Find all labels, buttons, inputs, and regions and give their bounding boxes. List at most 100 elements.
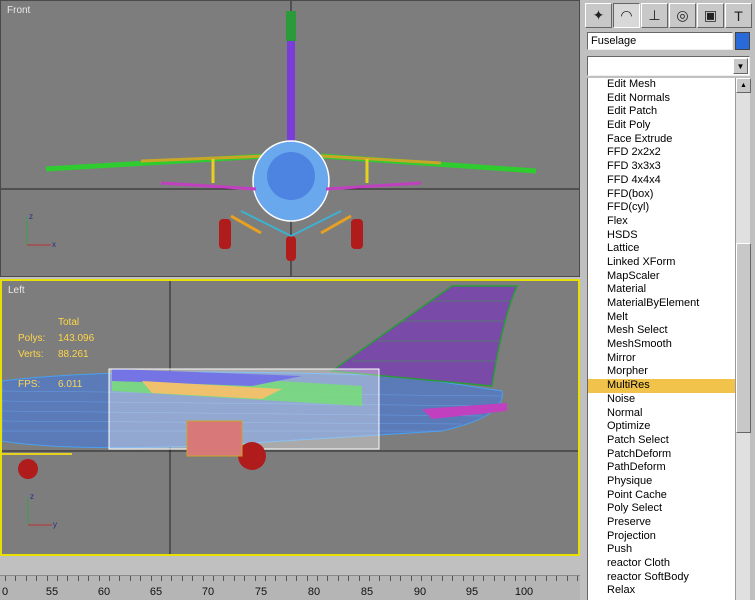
front-viewport-label[interactable]: Front <box>7 5 30 16</box>
modifier-list-item[interactable]: HSDS <box>588 229 735 243</box>
modifier-list-item[interactable]: MultiRes <box>588 379 735 393</box>
ruler-tick <box>36 576 38 581</box>
modifier-list-item[interactable]: PatchDeform <box>588 448 735 462</box>
modifier-list-item[interactable]: Linked XForm <box>588 256 735 270</box>
ruler-tick <box>483 576 485 581</box>
ruler-tick <box>473 576 474 581</box>
svg-text:x: x <box>52 240 56 249</box>
ruler-tick <box>275 576 277 581</box>
modifier-list-item[interactable]: FFD 4x4x4 <box>588 174 735 188</box>
ruler-tick <box>109 576 110 581</box>
utilities-tab[interactable]: T <box>725 3 752 28</box>
modifier-list-item[interactable]: MaterialByElement <box>588 297 735 311</box>
ruler-tick <box>25 576 27 581</box>
object-name-field[interactable]: Fuselage <box>587 32 733 50</box>
ruler-tick <box>379 576 381 581</box>
modifier-list-item[interactable]: PathDeform <box>588 461 735 475</box>
modifier-list-item[interactable]: Poly Select <box>588 502 735 516</box>
modifier-list[interactable]: Edit Mesh Edit Normals Edit Patch Edit Poly… <box>587 78 735 600</box>
modifier-list-item[interactable]: FFD(cyl) <box>588 201 735 215</box>
modifier-list-item[interactable]: Mesh Select <box>588 324 735 338</box>
left-viewport[interactable]: z y Left Total Polys: 143.096 Verts: 88.… <box>0 279 580 556</box>
modifier-list-item[interactable]: Point Cache <box>588 489 735 503</box>
ruler-label: 65 <box>149 586 163 598</box>
ruler-tick <box>129 576 131 581</box>
stats-verts-label: Verts: <box>18 349 44 360</box>
modifier-list-item[interactable]: Face Extrude <box>588 133 735 147</box>
ruler-tick <box>296 576 298 581</box>
scroll-up-icon[interactable]: ▲ <box>736 78 751 93</box>
modifier-list-item[interactable]: Material <box>588 283 735 297</box>
ruler-tick <box>150 576 152 581</box>
modifier-list-item[interactable]: reactor SoftBody <box>588 571 735 585</box>
modifier-list-item[interactable]: MeshSmooth <box>588 338 735 352</box>
command-panel: ✦ ◠ ⊥ ◎ ▣ T Fuselage ▼ Edit Mesh Edit Nor… <box>583 0 755 600</box>
motion-icon: ◎ <box>676 7 689 23</box>
modifier-list-item[interactable]: Lattice <box>588 242 735 256</box>
ruler-tick <box>265 576 266 581</box>
utilities-icon: T <box>734 7 743 24</box>
modifier-list-item[interactable]: Morpher <box>588 365 735 379</box>
modifier-list-item[interactable]: Preserve <box>588 516 735 530</box>
modifier-list-item[interactable]: Edit Mesh <box>588 78 735 92</box>
ruler-tick <box>46 576 48 581</box>
modifier-list-item[interactable]: Physique <box>588 475 735 489</box>
modify-tab[interactable]: ◠ <box>613 3 640 28</box>
ruler-tick <box>161 576 162 581</box>
ruler-tick <box>441 576 443 581</box>
stats-polys-label: Polys: <box>18 333 46 344</box>
modifier-list-item[interactable]: FFD(box) <box>588 188 735 202</box>
ruler-label: 60 <box>97 586 111 598</box>
modifier-list-item[interactable]: Flex <box>588 215 735 229</box>
ruler-tick <box>462 576 464 581</box>
ruler-tick <box>431 576 433 581</box>
ruler-tick <box>410 576 412 581</box>
left-viewport-scene: z y <box>2 281 578 554</box>
ruler-tick <box>452 576 454 581</box>
ruler-label: 80 <box>307 586 321 598</box>
create-tab[interactable]: ✦ <box>585 3 612 28</box>
modifier-list-item[interactable]: Patch Select <box>588 434 735 448</box>
modifier-list-item[interactable]: Relax <box>588 584 735 598</box>
ruler-tick <box>57 576 58 581</box>
ruler-tick <box>535 576 537 581</box>
display-tab[interactable]: ▣ <box>697 3 724 28</box>
modifier-list-item[interactable]: reactor Cloth <box>588 557 735 571</box>
ruler-tick <box>317 576 318 581</box>
ruler-tick <box>545 576 547 581</box>
modifier-list-item[interactable]: FFD 2x2x2 <box>588 146 735 160</box>
modify-icon: ◠ <box>620 7 633 23</box>
time-ruler[interactable]: 0 55 60 65 70 75 80 85 90 95 100 <box>0 575 580 600</box>
modifier-list-item[interactable]: Optimize <box>588 420 735 434</box>
front-viewport[interactable]: z x Front <box>0 0 580 277</box>
scroll-thumb[interactable] <box>736 243 751 433</box>
object-color-swatch[interactable] <box>735 32 750 50</box>
ruler-tick <box>244 576 246 581</box>
hierarchy-tab[interactable]: ⊥ <box>641 3 668 28</box>
modifier-list-item[interactable]: Edit Poly <box>588 119 735 133</box>
ruler-tick <box>337 576 339 581</box>
stats-total-label: Total <box>58 317 80 328</box>
modifier-list-item[interactable]: Edit Patch <box>588 105 735 119</box>
modifier-list-item[interactable]: Edit Normals <box>588 92 735 106</box>
display-icon: ▣ <box>703 7 718 23</box>
motion-tab[interactable]: ◎ <box>669 3 696 28</box>
ruler-tick <box>389 576 391 581</box>
left-viewport-label[interactable]: Left <box>8 285 25 296</box>
modifier-list-dropdown[interactable]: ▼ <box>587 56 750 76</box>
modifier-list-item[interactable]: Melt <box>588 311 735 325</box>
ruler-tick <box>400 576 402 581</box>
modifier-list-item[interactable]: MapScaler <box>588 270 735 284</box>
modifier-list-item[interactable]: FFD 3x3x3 <box>588 160 735 174</box>
ruler-tick <box>358 576 360 581</box>
ruler-tick <box>566 576 568 581</box>
modifier-list-scrollbar[interactable]: ▲ <box>735 78 751 600</box>
modifier-list-item[interactable]: Mirror <box>588 352 735 366</box>
modifier-list-item[interactable]: Noise <box>588 393 735 407</box>
chevron-down-icon[interactable]: ▼ <box>733 58 748 74</box>
modifier-list-item[interactable]: Normal <box>588 407 735 421</box>
modifier-list-item[interactable]: Push <box>588 543 735 557</box>
ruler-tick <box>192 576 194 581</box>
hierarchy-icon: ⊥ <box>648 7 661 23</box>
modifier-list-item[interactable]: Projection <box>588 530 735 544</box>
